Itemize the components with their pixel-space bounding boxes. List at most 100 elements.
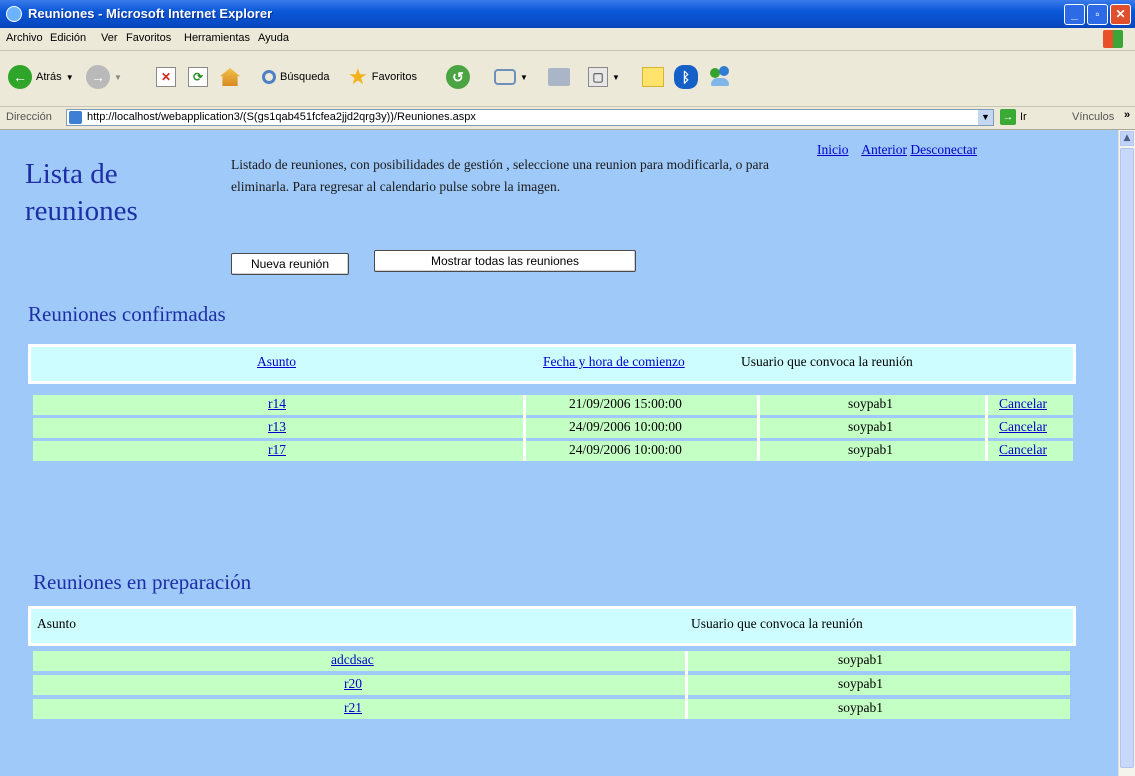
search-icon (262, 70, 276, 84)
page-title-line1: Lista de (25, 158, 118, 190)
edit-icon: ▢ (588, 67, 608, 87)
home-icon (220, 68, 240, 86)
subject-column-header[interactable]: Asunto (257, 354, 296, 369)
confirmed-heading: Reuniones confirmadas (28, 302, 226, 326)
page-icon (69, 111, 82, 124)
address-label: Dirección (6, 111, 52, 123)
previous-link[interactable]: Anterior (861, 142, 907, 157)
history-icon: ↺ (446, 65, 470, 89)
scroll-thumb[interactable] (1120, 148, 1134, 768)
column-divider (685, 651, 688, 719)
preparing-table-header: Asunto Usuario que convoca la reunión (28, 606, 1076, 646)
messenger-button[interactable] (708, 63, 732, 91)
scroll-up-icon[interactable]: ▲ (1120, 131, 1134, 146)
ie-logo-icon (6, 6, 22, 22)
page-title-line2: reuniones (25, 195, 138, 227)
edit-dropdown-icon: ▼ (612, 72, 620, 82)
column-divider (523, 395, 526, 461)
favorites-label: Favoritos (371, 71, 417, 83)
subject-column-header: Asunto (37, 616, 77, 631)
start-cell: 24/09/2006 10:00:00 (569, 442, 682, 457)
show-all-meetings-button[interactable]: Mostrar todas las reuniones (374, 250, 636, 272)
table-row: r20 soypab1 (33, 675, 1070, 695)
minimize-button[interactable]: _ (1064, 4, 1085, 25)
address-input[interactable]: http://localhost/webapplication3/(S(gs1q… (66, 109, 994, 126)
preparing-heading: Reuniones en preparación (33, 570, 252, 594)
confirmed-table-header: Asunto Fecha y hora de comienzo Usuario … (28, 344, 1076, 384)
vertical-scrollbar[interactable]: ▲ (1118, 130, 1135, 776)
go-button[interactable]: Ir (1020, 111, 1027, 123)
page-description: Listado de reuniones, con posibilidades … (231, 157, 769, 194)
address-url: http://localhost/webapplication3/(S(gs1q… (87, 111, 476, 123)
mail-dropdown-icon: ▼ (520, 72, 528, 82)
notes-button[interactable] (642, 63, 664, 91)
back-dropdown-icon: ▼ (65, 72, 74, 82)
user-column-header: Usuario que convoca la reunión (741, 354, 913, 369)
home-button[interactable] (220, 63, 240, 91)
refresh-icon: ⟳ (188, 67, 208, 87)
new-meeting-button[interactable]: Nueva reunión (231, 253, 349, 275)
window-title: Reuniones - Microsoft Internet Explorer (28, 6, 273, 21)
sort-start-link[interactable]: Fecha y hora de comienzo (543, 354, 685, 370)
user-cell: soypab1 (838, 652, 883, 667)
table-row: r17 24/09/2006 10:00:00 soypab1 Cancelar (33, 441, 1073, 461)
bluetooth-button[interactable]: ᛒ (674, 63, 698, 91)
favorites-button[interactable]: ★ Favoritos (348, 63, 417, 91)
print-button[interactable] (548, 63, 570, 91)
mail-button[interactable]: ▼ (494, 63, 528, 91)
subject-link[interactable]: r21 (344, 700, 362, 715)
close-button[interactable]: ✕ (1110, 4, 1131, 25)
menu-herramientas[interactable]: Herramientas (184, 32, 250, 44)
search-button[interactable]: Búsqueda (262, 63, 330, 91)
menu-ayuda[interactable]: Ayuda (258, 32, 289, 44)
maximize-button[interactable]: ▫ (1087, 4, 1108, 25)
refresh-button[interactable]: ⟳ (188, 63, 208, 91)
bluetooth-icon: ᛒ (674, 65, 698, 89)
forward-dropdown-icon: ▼ (114, 72, 122, 82)
note-icon (642, 67, 664, 87)
go-arrow-icon[interactable]: → (1000, 109, 1016, 125)
subject-link[interactable]: r17 (268, 442, 286, 457)
user-cell: soypab1 (848, 442, 893, 457)
menu-archivo[interactable]: Archivo (6, 32, 43, 44)
logout-link[interactable]: Desconectar (910, 142, 977, 157)
cancel-link[interactable]: Cancelar (999, 419, 1047, 434)
subject-link[interactable]: r14 (268, 396, 286, 411)
home-link[interactable]: Inicio (817, 142, 849, 157)
window-titlebar: Reuniones - Microsoft Internet Explorer … (0, 0, 1135, 28)
subject-link[interactable]: adcdsac (331, 652, 374, 667)
start-column-header[interactable]: Fecha y hora de comienzo (543, 354, 685, 369)
stop-button[interactable]: ✕ (156, 63, 176, 91)
menu-favoritos[interactable]: Favoritos (126, 32, 171, 44)
mail-icon (494, 69, 516, 85)
links-label[interactable]: Vínculos (1072, 111, 1114, 123)
star-icon: ★ (348, 64, 368, 89)
forward-button[interactable]: → ▼ (86, 63, 122, 91)
user-cell: soypab1 (848, 396, 893, 411)
cancel-link[interactable]: Cancelar (999, 442, 1047, 457)
edit-button[interactable]: ▢ ▼ (588, 63, 620, 91)
history-button[interactable]: ↺ (446, 63, 470, 91)
subject-link[interactable]: r13 (268, 419, 286, 434)
links-expand-icon[interactable]: » (1124, 109, 1130, 121)
page-content: Lista de reuniones Listado de reuniones,… (0, 130, 1118, 776)
forward-arrow-icon: → (86, 65, 110, 89)
user-cell: soypab1 (838, 700, 883, 715)
page-title: Lista de reuniones (25, 156, 138, 230)
printer-icon (548, 68, 570, 86)
table-row: r14 21/09/2006 15:00:00 soypab1 Cancelar (33, 395, 1073, 415)
column-divider (985, 395, 988, 461)
menu-edicion[interactable]: Edición (50, 32, 86, 44)
table-row: adcdsac soypab1 (33, 651, 1070, 671)
user-cell: soypab1 (848, 419, 893, 434)
address-bar: Dirección http://localhost/webapplicatio… (0, 107, 1135, 130)
column-divider (757, 395, 760, 461)
back-button[interactable]: ← Atrás ▼ (8, 63, 74, 91)
address-dropdown-icon[interactable]: ▼ (978, 110, 993, 125)
subject-link[interactable]: r20 (344, 676, 362, 691)
search-label: Búsqueda (280, 71, 330, 83)
cancel-link[interactable]: Cancelar (999, 396, 1047, 411)
menu-ver[interactable]: Ver (101, 32, 118, 44)
back-label: Atrás (36, 71, 62, 83)
sort-subject-link[interactable]: Asunto (257, 354, 296, 370)
